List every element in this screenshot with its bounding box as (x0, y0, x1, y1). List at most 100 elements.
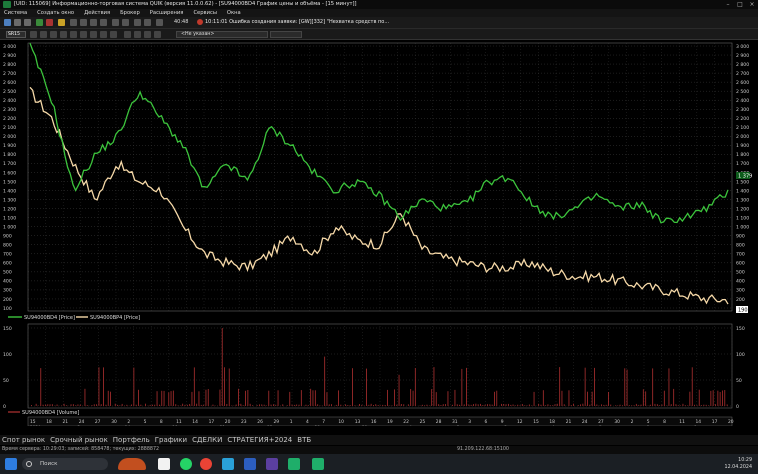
chrome-icon[interactable] (200, 458, 212, 470)
open-icon[interactable] (14, 19, 21, 26)
quik-taskbar-icon-2[interactable] (288, 458, 300, 470)
volume-bar (168, 392, 170, 406)
taskbar-search[interactable]: Поиск (22, 458, 108, 470)
tab-derivatives-market[interactable]: Срочный рынок (50, 436, 108, 444)
volume-bar (670, 404, 672, 406)
volume-bar (42, 404, 44, 406)
properties-icon[interactable] (144, 31, 151, 38)
tab-spot-market[interactable]: Спот рынок (2, 436, 45, 444)
menu-extensions[interactable]: Расширения (150, 10, 184, 16)
volume-bar (412, 390, 414, 406)
chart-area[interactable]: 3 000 2 900 2 800 2 700 2 600 2 500 2 400 2 300… (0, 40, 758, 430)
volume-bar (196, 403, 198, 406)
volume-bar (352, 368, 353, 406)
tab-portfolio[interactable]: Портфель (113, 436, 150, 444)
table-icon[interactable] (70, 19, 77, 26)
text-tool-icon[interactable] (110, 31, 117, 38)
volume-bar (293, 404, 295, 406)
fibo-tool-icon[interactable] (100, 31, 107, 38)
settings-icon[interactable] (100, 19, 107, 26)
tab-strategy[interactable]: СТРАТЕГИЯ+2024 (227, 436, 292, 444)
volume-bar (661, 404, 663, 406)
copy-icon[interactable] (154, 31, 161, 38)
print-icon[interactable] (112, 19, 119, 26)
price-volume-chart[interactable]: 3 0002 9002 8002 7002 6002 5002 4002 300… (0, 40, 758, 430)
alert-text: Ошибка создания заявки: [GW][332] "Нехва… (229, 19, 390, 25)
volume-bar (654, 403, 656, 406)
price-axis-left: 3 000 2 900 2 800 2 700 2 600 2 500 2 400 2 300… (3, 44, 16, 312)
price-tick-left: 1 500 (3, 179, 16, 185)
volume-bar (235, 404, 237, 406)
volume-bar (349, 405, 351, 406)
volume-bar (103, 367, 104, 406)
system-tray-clock[interactable]: 10:29 12.04.2024 (725, 457, 752, 471)
price-tick-left: 1 000 (3, 224, 16, 230)
indicator-icon[interactable] (124, 31, 131, 38)
price-tick-right: 2 000 (736, 134, 749, 140)
volume-bar (470, 404, 472, 406)
volume-bar (710, 390, 712, 406)
chart-type-icon[interactable] (30, 31, 37, 38)
order-icon[interactable] (58, 19, 65, 26)
disconnect-icon[interactable] (144, 19, 151, 26)
help-icon[interactable] (122, 19, 129, 26)
line-tool-icon[interactable] (80, 31, 87, 38)
price-tick-right: 1 500 (736, 179, 749, 185)
connect-icon[interactable] (134, 19, 141, 26)
volume-bar (549, 405, 551, 406)
volume-bar (684, 405, 686, 406)
new-window-icon[interactable] (4, 19, 11, 26)
volume-bar (133, 367, 135, 406)
legend-green-label: SU94000BD4 [Price] (24, 315, 75, 321)
volume-bar (649, 404, 651, 406)
explorer-icon[interactable] (158, 458, 170, 470)
refresh-icon[interactable] (156, 19, 163, 26)
app-icon-1[interactable] (222, 458, 234, 470)
price-tick-right: 1 200 (736, 206, 749, 212)
account-select[interactable]: <Не указан> (176, 31, 268, 38)
tab-deals[interactable]: СДЕЛКИ (192, 436, 222, 444)
trend-tool-icon[interactable] (90, 31, 97, 38)
menu-actions[interactable]: Действия (84, 10, 110, 16)
sell-icon[interactable] (46, 19, 53, 26)
menu-broker[interactable]: Брокер (120, 10, 140, 16)
tab-vtb[interactable]: ВТБ (297, 436, 311, 444)
tab-charts[interactable]: Графики (155, 436, 187, 444)
quik-taskbar-icon-3[interactable] (312, 458, 324, 470)
time-tick-top: 10 (338, 419, 344, 425)
time-tick-bottom: 5 (77, 425, 80, 426)
security-field[interactable]: SR15 (6, 31, 26, 38)
menu-system[interactable]: Система (4, 10, 27, 16)
interval-icon[interactable] (40, 31, 47, 38)
volume-bar (361, 404, 363, 406)
account-aux-field[interactable] (270, 31, 302, 38)
volume-bar (184, 404, 186, 406)
price-tick-right: 800 (736, 243, 745, 249)
app-icon-2[interactable] (244, 458, 256, 470)
template-icon[interactable] (134, 31, 141, 38)
price-tick-left: 100 (3, 306, 12, 312)
weather-icon[interactable] (118, 458, 146, 470)
close-button[interactable]: × (746, 0, 758, 9)
cursor-icon[interactable] (70, 31, 77, 38)
chart-icon[interactable] (80, 19, 87, 26)
save-icon[interactable] (24, 19, 31, 26)
price-tick-right: 1 800 (736, 152, 749, 158)
zoom-in-icon[interactable] (50, 31, 57, 38)
whatsapp-icon[interactable] (180, 458, 192, 470)
menu-services[interactable]: Сервисы (193, 10, 216, 16)
buy-icon[interactable] (36, 19, 43, 26)
price-tick-right: 700 (736, 252, 745, 258)
maximize-button[interactable]: □ (734, 0, 746, 9)
volume-bar (503, 404, 505, 406)
minimize-button[interactable]: – (722, 0, 734, 9)
portfolio-icon[interactable] (90, 19, 97, 26)
alert-message[interactable]: 10:11:01 Ошибка создания заявки: [GW][33… (205, 19, 389, 25)
menu-create-window[interactable]: Создать окно (37, 10, 74, 16)
quik-taskbar-icon[interactable] (266, 458, 278, 470)
menu-windows[interactable]: Окна (227, 10, 241, 16)
volume-bar (107, 390, 109, 406)
price-tick-left: 700 (3, 252, 12, 258)
windows-start-icon[interactable] (5, 458, 17, 470)
zoom-out-icon[interactable] (60, 31, 67, 38)
